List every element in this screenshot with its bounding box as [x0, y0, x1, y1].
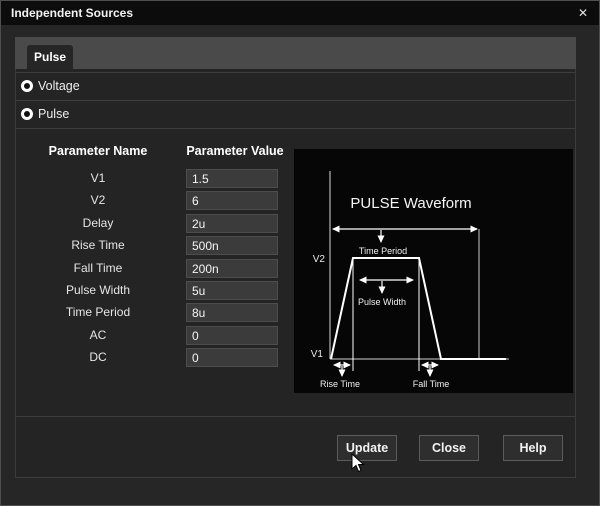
- param-input-time-period[interactable]: [186, 303, 278, 322]
- time-period-label: Time Period: [359, 246, 407, 256]
- param-label: Fall Time: [73, 261, 123, 275]
- param-label: Pulse Width: [65, 283, 131, 297]
- update-button[interactable]: Update: [337, 435, 397, 461]
- waveform-title: PULSE Waveform: [350, 195, 471, 212]
- param-label: V1: [90, 171, 106, 185]
- rise-time-label: Rise Time: [320, 379, 360, 389]
- param-label: Rise Time: [71, 238, 125, 252]
- param-input-v1[interactable]: [186, 169, 278, 188]
- param-input-ac[interactable]: [186, 326, 278, 345]
- pulse-waveform-diagram: PULSE Waveform Time Period V2 Pulse Widt…: [294, 149, 573, 393]
- param-name-header: Parameter Name: [48, 144, 148, 158]
- fall-time-label: Fall Time: [413, 379, 450, 389]
- v2-label: V2: [313, 254, 326, 265]
- param-label: AC: [89, 328, 107, 342]
- independent-sources-dialog: Independent Sources ✕ Pulse Voltage Puls…: [0, 0, 600, 506]
- pulse-width-label: Pulse Width: [358, 297, 406, 307]
- window-title: Independent Sources: [11, 6, 134, 20]
- param-value-header: Parameter Value: [186, 144, 284, 158]
- tab-bar: [15, 37, 576, 69]
- pulse-option-label: Pulse: [38, 107, 70, 121]
- titlebar: Independent Sources ✕: [1, 1, 599, 25]
- param-label: DC: [89, 350, 107, 364]
- param-input-v2[interactable]: [186, 191, 278, 210]
- param-input-fall-time[interactable]: [186, 259, 278, 278]
- separator: [16, 128, 575, 129]
- pulse-option-row: Pulse: [16, 100, 575, 128]
- v1-label: V1: [311, 349, 324, 360]
- close-icon[interactable]: ✕: [578, 1, 588, 25]
- waveform-svg: PULSE Waveform Time Period V2 Pulse Widt…: [311, 171, 509, 389]
- button-separator: [16, 416, 575, 417]
- voltage-option-label: Voltage: [38, 79, 80, 93]
- param-input-dc[interactable]: [186, 348, 278, 367]
- param-label: Time Period: [65, 305, 131, 319]
- voltage-option-row: Voltage: [16, 72, 575, 100]
- param-input-pulse-width[interactable]: [186, 281, 278, 300]
- param-input-delay[interactable]: [186, 214, 278, 233]
- tab-pulse[interactable]: Pulse: [27, 45, 73, 69]
- param-input-rise-time[interactable]: [186, 236, 278, 255]
- param-label: V2: [90, 193, 106, 207]
- pulse-radio[interactable]: [21, 108, 33, 120]
- close-button[interactable]: Close: [419, 435, 479, 461]
- param-label: Delay: [82, 216, 114, 230]
- voltage-radio[interactable]: [21, 80, 33, 92]
- help-button[interactable]: Help: [503, 435, 563, 461]
